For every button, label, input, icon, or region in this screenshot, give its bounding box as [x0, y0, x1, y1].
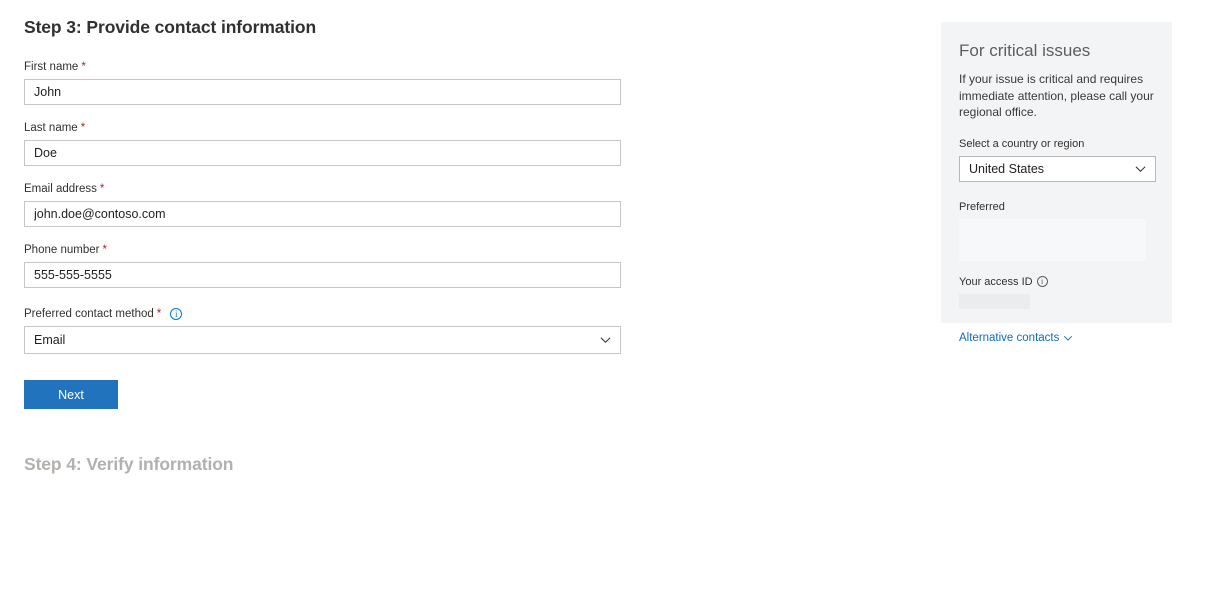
next-step-title: Step 4: Verify information: [24, 454, 234, 474]
last-name-label: Last name *: [24, 121, 664, 135]
field-first-name: First name *: [24, 60, 664, 105]
email-address-input[interactable]: [24, 201, 621, 227]
alternative-contacts-link[interactable]: Alternative contacts: [959, 331, 1154, 345]
panel-description: If your issue is critical and requires i…: [959, 72, 1154, 119]
required-asterisk: *: [81, 60, 86, 73]
preferred-contact-method-select[interactable]: Email: [24, 326, 621, 354]
country-region-select[interactable]: United States: [959, 155, 1156, 182]
info-icon[interactable]: i: [170, 308, 183, 320]
access-id-label-text: Your access ID: [959, 275, 1033, 288]
field-preferred-contact-method: Preferred contact method * i Email: [24, 307, 664, 354]
preferred-label: Preferred: [959, 200, 1005, 213]
email-address-label: Email address *: [24, 182, 664, 196]
required-asterisk: *: [102, 243, 107, 256]
contact-information-form: Step 3: Provide contact information Firs…: [24, 0, 664, 475]
first-name-label-text: First name: [24, 61, 79, 73]
country-region-value: United States: [959, 155, 1156, 182]
phone-number-label: Phone number *: [24, 243, 664, 257]
phone-number-input[interactable]: [24, 262, 621, 288]
page-title: Step 3: Provide contact information: [24, 17, 317, 37]
next-button[interactable]: Next: [24, 380, 118, 409]
last-name-input[interactable]: [24, 140, 621, 166]
preferred-contact-method-value: Email: [24, 326, 621, 354]
field-phone-number: Phone number *: [24, 243, 664, 288]
first-name-label: First name *: [24, 60, 664, 74]
first-name-input[interactable]: [24, 79, 621, 105]
field-email-address: Email address *: [24, 182, 664, 227]
country-region-label: Select a country or region: [959, 137, 1085, 150]
chevron-down-icon: [1064, 335, 1073, 341]
access-id-label: Your access ID i: [959, 275, 1154, 289]
required-asterisk: *: [156, 307, 162, 320]
required-asterisk: *: [80, 121, 86, 134]
critical-issues-panel: For critical issues If your issue is cri…: [941, 22, 1172, 344]
email-address-label-text: Email address: [24, 183, 97, 195]
preferred-placeholder: [959, 218, 1146, 261]
phone-number-label-text: Phone number: [24, 244, 100, 256]
info-icon[interactable]: i: [1036, 276, 1048, 287]
last-name-label-text: Last name: [24, 122, 78, 134]
alternative-contacts-label: Alternative contacts: [959, 331, 1060, 344]
panel-title: For critical issues: [959, 41, 1091, 60]
access-id-placeholder: [959, 293, 1030, 309]
field-last-name: Last name *: [24, 121, 664, 166]
preferred-contact-method-label: Preferred contact method * i: [24, 307, 664, 321]
required-asterisk: *: [99, 182, 105, 195]
preferred-contact-method-label-text: Preferred contact method: [24, 308, 154, 320]
